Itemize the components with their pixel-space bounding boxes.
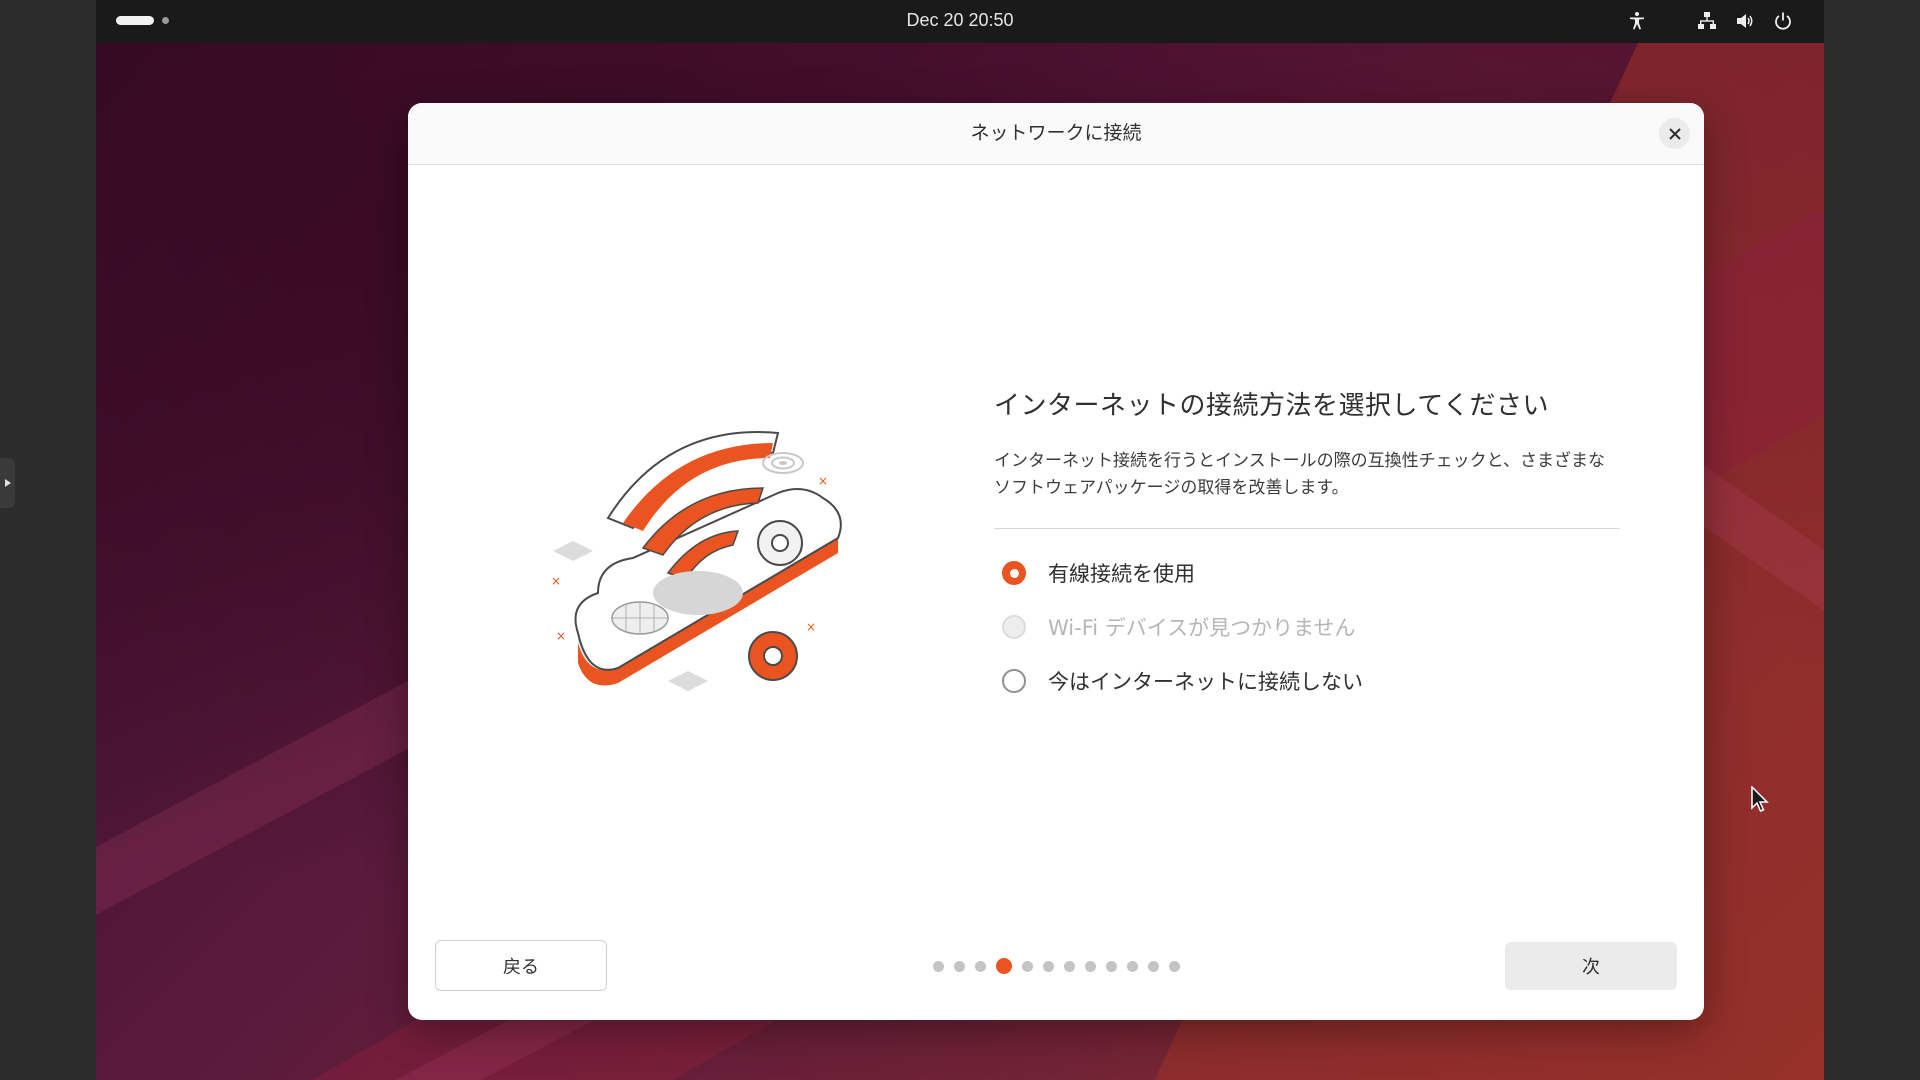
top-bar: Dec 20 20:50 [96, 0, 1824, 43]
sparkle-mark: × [818, 474, 828, 488]
option-no-connection[interactable]: 今はインターネットに接続しない [994, 661, 1620, 701]
sparkle-mark: × [551, 574, 561, 588]
system-tray[interactable] [1626, 10, 1794, 32]
radio-no-connection[interactable] [1002, 669, 1026, 693]
page-dot [1021, 960, 1033, 972]
page-heading: インターネットの接続方法を選択してください [994, 391, 1549, 421]
gear-orange-icon [748, 631, 798, 681]
next-button[interactable]: 次 [1505, 942, 1677, 990]
divider [994, 528, 1620, 529]
page-dot [932, 960, 944, 972]
network-wired-icon[interactable] [1696, 10, 1718, 32]
shadow-ellipse [653, 571, 743, 615]
sparkle-mark: × [806, 620, 816, 634]
page-description: インターネット接続を行うとインストールの際の互換性チェックと、さまざまなソフトウ… [994, 451, 1605, 498]
network-cloud-illustration: × × × × [551, 431, 842, 691]
diamond-shape [668, 671, 708, 691]
diamond-shape [553, 541, 593, 561]
dialog-header: ネットワークに接続 [408, 103, 1704, 165]
globe-icon [611, 601, 669, 635]
page-dot [1105, 960, 1117, 972]
radio-wired[interactable] [1002, 561, 1026, 585]
volume-icon[interactable] [1734, 10, 1756, 32]
radio-wifi [1002, 615, 1026, 639]
content-panel: インターネットの接続方法を選択してください インターネット接続を行うとインストー… [994, 385, 1620, 715]
mouse-cursor-icon [1751, 786, 1769, 812]
dialog-title: ネットワークに接続 [970, 122, 1142, 144]
option-wired[interactable]: 有線接続を使用 [994, 553, 1620, 593]
page-dot-current [995, 958, 1012, 974]
page-dot [1042, 960, 1054, 972]
option-wifi-label: Wi-Fi デバイスが見つかりません [1048, 616, 1356, 640]
option-wired-label: 有線接続を使用 [1048, 562, 1195, 586]
accessibility-icon[interactable] [1626, 10, 1648, 32]
close-icon [1668, 127, 1681, 140]
page-dot [1126, 960, 1138, 972]
option-no-connection-label: 今はインターネットに接続しない [1048, 670, 1363, 694]
installer-dialog: ネットワークに接続 × × × × インターネットの接続方法を選択してください … [408, 103, 1704, 1020]
desktop-background: Dec 20 20:50 ネットワークに接続 × × × × インターネットの接… [96, 0, 1824, 1080]
connection-options: 有線接続を使用 Wi-Fi デバイスが見つかりません 今はインターネットに接続し… [994, 553, 1620, 701]
page-dot [1168, 960, 1180, 972]
page-dot [1084, 960, 1096, 972]
page-dot [1063, 960, 1075, 972]
close-button[interactable] [1659, 118, 1690, 149]
page-dot [974, 960, 986, 972]
power-icon[interactable] [1772, 10, 1794, 32]
signal-rings-icon [762, 452, 804, 474]
page-dot [1147, 960, 1159, 972]
page-dot [953, 960, 965, 972]
side-dock-handle[interactable] [0, 458, 15, 508]
sparkle-mark: × [556, 629, 566, 643]
chevron-right-icon [4, 479, 11, 487]
option-wifi: Wi-Fi デバイスが見つかりません [994, 607, 1620, 647]
gear-icon [757, 520, 803, 566]
clock[interactable]: Dec 20 20:50 [96, 0, 1824, 43]
